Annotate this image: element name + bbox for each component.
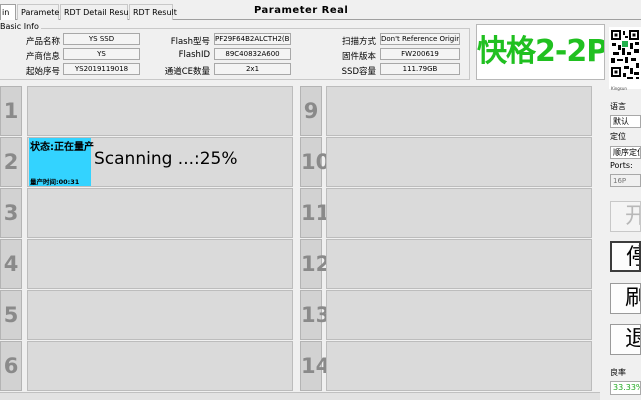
ce-count-field: 2x1 [214, 63, 291, 75]
refresh-button[interactable]: 刷新 [610, 283, 641, 314]
port-2-elapsed-time: 量产时间:00:31 [30, 178, 80, 186]
port-panel-9[interactable] [326, 86, 592, 136]
model-banner: 快格2-2P [476, 24, 605, 80]
tab-parameter[interactable]: Parameter [17, 4, 63, 20]
port-number-14: 14 [300, 341, 330, 391]
position-label: 定位 [610, 132, 626, 141]
window-title: Parameter Real [254, 5, 349, 16]
ssd-capacity-field: 111.79GB [380, 63, 460, 75]
start-sn-field: YS2019119018 [63, 63, 140, 75]
product-name-field: YS SSD [63, 33, 140, 45]
start-button[interactable]: 开始 [610, 201, 641, 232]
tab-main[interactable]: in [0, 4, 16, 20]
port-panel-5[interactable] [27, 290, 293, 340]
port-number-2: 2 [0, 137, 22, 187]
position-select[interactable]: 顺序定位 [610, 146, 641, 159]
tab-rdt-detail-result[interactable]: RDT Detail Result [60, 4, 134, 20]
port-2-progress-text: Scanning ...:25% [94, 149, 238, 169]
scan-mode-field: Don't Reference Original [380, 33, 460, 45]
ce-count-label: 通道CE数量 [164, 67, 210, 77]
pass-rate-field: 33.33% [610, 381, 641, 395]
vendor-label: 产商信息 [25, 52, 60, 62]
exit-button[interactable]: 退出 [610, 324, 641, 355]
port-number-11: 11 [300, 188, 330, 238]
port-number-1: 1 [0, 86, 22, 136]
flash-model-label: Flash型号 [170, 37, 210, 47]
port-number-6: 6 [0, 341, 22, 391]
ports-select[interactable]: 16P [610, 174, 641, 187]
port-2-state: 状态:正在量产 [30, 142, 94, 153]
port-panel-11[interactable] [326, 188, 592, 238]
language-label: 语言 [610, 102, 626, 111]
qr-caption: Kingsun [611, 86, 627, 91]
pass-rate-label: 良率 [610, 368, 626, 377]
port-number-3: 3 [0, 188, 22, 238]
port-number-4: 4 [0, 239, 22, 289]
port-panel-14[interactable] [326, 341, 592, 391]
basic-info-title: Basic Info [0, 22, 41, 31]
scan-mode-label: 扫描方式 [341, 37, 376, 47]
flash-model-field: PF29F64B2ALCTH2(B17 [214, 33, 291, 45]
product-name-label: 产品名称 [25, 37, 60, 47]
vendor-field: YS [63, 48, 140, 60]
port-number-10: 10 [300, 137, 330, 187]
port-number-9: 9 [300, 86, 322, 136]
port-panel-1[interactable] [27, 86, 293, 136]
port-panel-13[interactable] [326, 290, 592, 340]
port-2-status-box: 状态:正在量产 量产时间:00:31 [29, 138, 94, 186]
port-panel-3[interactable] [27, 188, 293, 238]
firmware-field: FW200619 [380, 48, 460, 60]
port-panel-4[interactable] [27, 239, 293, 289]
tab-rdt-result[interactable]: RDT Result [129, 4, 177, 20]
stop-button[interactable]: 停止 [610, 241, 641, 272]
language-select[interactable]: 默认 [610, 115, 641, 128]
qr-code-icon [609, 27, 641, 89]
flash-id-label: FlashID [178, 50, 210, 60]
port-number-13: 13 [300, 290, 330, 340]
firmware-label: 固件版本 [341, 52, 376, 62]
start-sn-label: 起始序号 [25, 67, 60, 77]
ssd-capacity-label: SSD容量 [341, 67, 376, 77]
port-number-5: 5 [0, 290, 22, 340]
port-panel-6[interactable] [27, 341, 293, 391]
bottom-strip [0, 392, 600, 400]
ports-label: Ports: [610, 161, 633, 170]
port-number-12: 12 [300, 239, 330, 289]
port-panel-10[interactable] [326, 137, 592, 187]
port-panel-12[interactable] [326, 239, 592, 289]
flash-id-field: 89C40832A600 [214, 48, 291, 60]
